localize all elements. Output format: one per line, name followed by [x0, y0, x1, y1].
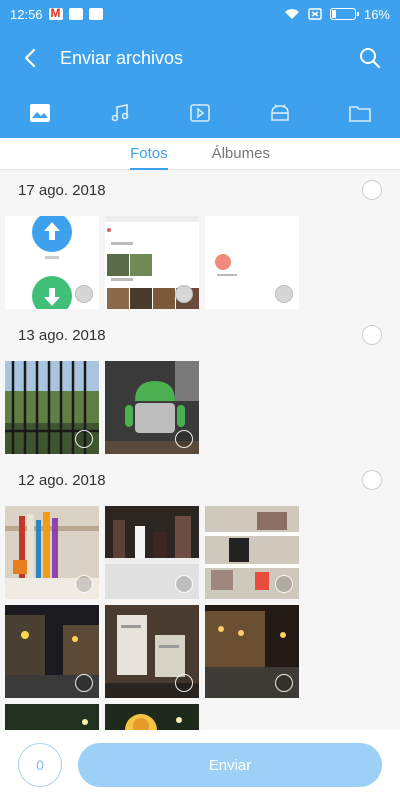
cat-notification-icon: [88, 8, 103, 20]
search-button[interactable]: [340, 28, 400, 88]
group-date: 17 ago. 2018: [18, 181, 106, 199]
gmail-notification-icon: [48, 6, 63, 20]
photo-select-circle[interactable]: [75, 430, 93, 448]
bottom-action-bar: 0 Enviar: [0, 730, 400, 800]
photo-thumbnail[interactable]: [205, 605, 299, 698]
yellow-rose-photo-image: [105, 704, 199, 730]
photo-select-circle[interactable]: [75, 674, 93, 692]
group-date: 13 ago. 2018: [18, 326, 106, 344]
tab-music[interactable]: [80, 88, 160, 138]
photo-thumbnail[interactable]: [205, 506, 299, 599]
battery-icon: [329, 8, 359, 20]
photo-thumbnail[interactable]: [105, 506, 199, 599]
tab-albumes[interactable]: Álbumes: [212, 138, 270, 169]
photo-thumbnail[interactable]: [105, 605, 199, 698]
selected-count-badge: 0: [18, 743, 62, 787]
photo-select-circle[interactable]: [275, 575, 293, 593]
sim-icon: [308, 8, 322, 20]
status-right: 16%: [284, 7, 390, 22]
battery-text: 16%: [363, 6, 390, 22]
wifi-icon: [284, 9, 299, 19]
photo-thumbnail[interactable]: [5, 216, 99, 309]
tab-apps[interactable]: [240, 88, 320, 138]
image-icon: [30, 104, 50, 122]
photo-thumbnail[interactable]: [105, 361, 199, 454]
android-icon: [271, 104, 289, 121]
search-icon: [360, 48, 381, 69]
sub-tabs: Fotos Álbumes: [0, 138, 400, 170]
photo-select-circle[interactable]: [275, 285, 293, 303]
select-group-checkbox[interactable]: [362, 180, 382, 200]
select-group-checkbox[interactable]: [362, 470, 382, 490]
chevron-left-icon: [24, 48, 36, 68]
photo-thumbnail[interactable]: [5, 605, 99, 698]
date-group-header: 17 ago. 2018: [0, 170, 400, 210]
photo-thumbnail[interactable]: [105, 704, 199, 730]
status-left: 12:56: [10, 6, 103, 22]
photo-thumbnail[interactable]: [105, 216, 199, 309]
photo-select-circle[interactable]: [175, 575, 193, 593]
photo-thumbnail[interactable]: [5, 506, 99, 599]
app-root: 12:56 16% Enviar archivos: [0, 0, 400, 800]
photo-thumbnail[interactable]: [5, 361, 99, 454]
battery-fill: [331, 10, 336, 18]
photo-list: 17 ago. 2018 13 ago. 2018 12 ago. 2018: [0, 170, 400, 730]
tab-videos[interactable]: [160, 88, 240, 138]
photo-grid: [0, 500, 400, 730]
app-notification-icon: [68, 8, 83, 20]
status-bar: 12:56 16%: [0, 0, 400, 28]
music-icon: [111, 104, 129, 122]
folder-icon: [349, 106, 371, 122]
status-time: 12:56: [10, 6, 43, 22]
tab-photos[interactable]: [0, 88, 80, 138]
photo-thumbnail[interactable]: [5, 704, 99, 730]
photo-select-circle[interactable]: [275, 674, 293, 692]
back-button[interactable]: [0, 28, 60, 88]
select-group-checkbox[interactable]: [362, 325, 382, 345]
group-date: 12 ago. 2018: [18, 471, 106, 489]
app-header: Enviar archivos: [0, 28, 400, 88]
photo-select-circle[interactable]: [175, 674, 193, 692]
category-tabs: [0, 88, 400, 138]
page-title: Enviar archivos: [60, 47, 184, 68]
tab-fotos[interactable]: Fotos: [130, 138, 168, 170]
photo-select-circle[interactable]: [175, 430, 193, 448]
date-group-header: 13 ago. 2018: [0, 315, 400, 355]
date-group-header: 12 ago. 2018: [0, 460, 400, 500]
photo-select-circle[interactable]: [175, 285, 193, 303]
photo-thumbnail[interactable]: [205, 216, 299, 309]
photo-grid: [0, 210, 400, 315]
tab-files[interactable]: [320, 88, 400, 138]
yellow-flower-photo-image: [5, 704, 99, 730]
photo-select-circle[interactable]: [75, 285, 93, 303]
photo-grid: [0, 355, 400, 460]
photo-select-circle[interactable]: [75, 575, 93, 593]
video-icon: [190, 104, 210, 122]
send-button[interactable]: Enviar: [78, 743, 382, 787]
